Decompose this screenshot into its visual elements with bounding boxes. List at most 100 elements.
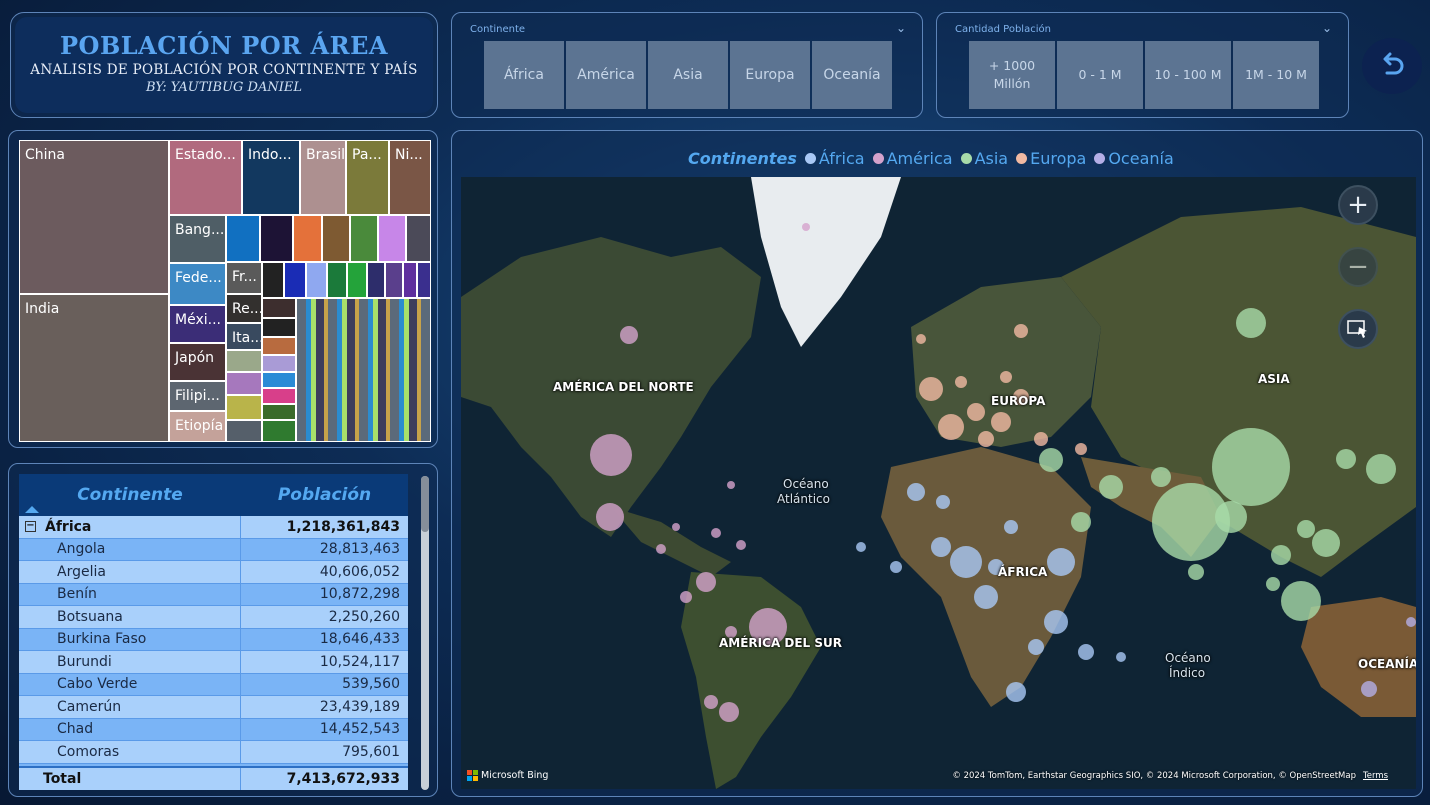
treemap-tile[interactable]: [262, 372, 296, 388]
treemap-tile[interactable]: [403, 262, 417, 298]
treemap-tile-mexico[interactable]: Méxi...: [169, 305, 226, 343]
scrollbar-thumb[interactable]: [421, 476, 429, 532]
treemap-tile[interactable]: [367, 262, 385, 298]
treemap-tile-francia[interactable]: Fr...: [226, 262, 262, 294]
treemap-tile[interactable]: [322, 215, 350, 262]
row-population: 10,524,117: [319, 653, 400, 670]
table-scrollbar[interactable]: [421, 476, 429, 790]
total-label: Total: [19, 768, 241, 790]
treemap-tile[interactable]: [262, 318, 296, 337]
treemap-tile-etiopia[interactable]: Etiopía: [169, 411, 226, 442]
world-map[interactable]: AMÉRICA DEL NORTE AMÉRICA DEL SUR EUROPA…: [461, 177, 1416, 789]
table-row[interactable]: Argelia 40,606,052: [19, 561, 408, 584]
legend-item-america[interactable]: América: [872, 149, 953, 168]
treemap-tile[interactable]: [293, 215, 322, 262]
microsoft-logo-icon: [467, 770, 478, 781]
treemap-tile[interactable]: [378, 215, 406, 262]
treemap-tile[interactable]: [262, 298, 296, 318]
slicer-option-africa[interactable]: África: [484, 41, 564, 109]
region-label: OCEANÍA: [1358, 657, 1416, 671]
treemap-tile-bangladesh[interactable]: Bang...: [169, 215, 226, 263]
treemap-tile[interactable]: [262, 404, 296, 420]
treemap-tile[interactable]: [262, 337, 296, 355]
slicer-option-america[interactable]: América: [566, 41, 646, 109]
treemap-tile-indonesia[interactable]: Indo...: [242, 140, 300, 215]
table-row[interactable]: Botsuana 2,250,260: [19, 606, 408, 629]
zoom-in-button[interactable]: +: [1338, 185, 1378, 225]
treemap-tile[interactable]: [350, 215, 378, 262]
column-header-continent[interactable]: Continente: [19, 485, 241, 505]
treemap-tile-nigeria[interactable]: Ni...: [389, 140, 431, 215]
treemap-tile[interactable]: [262, 388, 296, 404]
treemap-tile[interactable]: [262, 420, 296, 442]
treemap-tile[interactable]: [226, 372, 262, 395]
bing-logo: Microsoft Bing: [467, 770, 548, 781]
table-row[interactable]: Comoras 795,601: [19, 741, 408, 764]
treemap-tile-reino-unido[interactable]: Re...: [226, 294, 262, 323]
table-row[interactable]: Camerún 23,439,189: [19, 696, 408, 719]
legend-item-asia[interactable]: Asia: [960, 149, 1008, 168]
legend-item-europa[interactable]: Europa: [1016, 149, 1086, 168]
treemap-tile[interactable]: [260, 215, 293, 262]
table-group-row[interactable]: − África 1,218,361,843: [19, 516, 408, 539]
slicer-option-10-100m[interactable]: 10 - 100 M: [1145, 41, 1231, 109]
slicer-option-asia[interactable]: Asia: [648, 41, 728, 109]
ocean-label: Océano: [783, 477, 829, 491]
table-row[interactable]: Burkina Faso 18,646,433: [19, 628, 408, 651]
treemap-tile-brasil[interactable]: Brasil: [300, 140, 346, 215]
chevron-down-icon[interactable]: ⌄: [1322, 21, 1332, 35]
legend-title: Continentes: [688, 149, 797, 168]
slicer-option-europa[interactable]: Europa: [730, 41, 810, 109]
treemap-tile-pakistan[interactable]: Pa...: [346, 140, 389, 215]
treemap-tile-italia[interactable]: Ita...: [226, 323, 262, 350]
treemap-tile[interactable]: [226, 395, 262, 420]
treemap-tile[interactable]: [406, 215, 431, 262]
table-row[interactable]: Benín 10,872,298: [19, 583, 408, 606]
region-label: ÁFRICA: [998, 565, 1048, 579]
treemap-tile-rusia[interactable]: Fede...: [169, 263, 226, 305]
group-name: África: [45, 518, 92, 535]
treemap-tile[interactable]: [226, 420, 262, 442]
treemap-tile-japon[interactable]: Japón: [169, 343, 226, 381]
select-area-button[interactable]: [1338, 309, 1378, 349]
back-button[interactable]: [1362, 38, 1422, 94]
treemap-tile[interactable]: [306, 262, 327, 298]
row-country: Camerún: [19, 696, 241, 718]
treemap-tile[interactable]: [385, 262, 403, 298]
collapse-icon[interactable]: −: [25, 521, 36, 533]
legend-item-oceania[interactable]: Oceanía: [1094, 149, 1174, 168]
row-population: 28,813,463: [319, 541, 400, 558]
treemap-tile-filipinas[interactable]: Filipi...: [169, 381, 226, 411]
table-row[interactable]: Angola 28,813,463: [19, 538, 408, 561]
treemap-label: Fr...: [232, 269, 257, 285]
zoom-out-button[interactable]: −: [1338, 247, 1378, 287]
population-slicer-label: Cantidad Población: [955, 24, 1051, 35]
treemap-tile[interactable]: [327, 262, 347, 298]
treemap-tile-usa[interactable]: Estado...: [169, 140, 242, 215]
table-row[interactable]: Cabo Verde 539,560: [19, 673, 408, 696]
treemap-tile[interactable]: [262, 262, 284, 298]
treemap-tile-india[interactable]: India: [19, 294, 169, 442]
treemap-tile-china[interactable]: China: [19, 140, 169, 294]
slicer-option-oceania[interactable]: Oceanía: [812, 41, 892, 109]
column-header-population[interactable]: Población: [241, 485, 408, 505]
treemap-small-tiles[interactable]: [296, 298, 431, 442]
undo-arrow-icon: [1383, 52, 1404, 75]
sort-ascending-icon[interactable]: [25, 506, 39, 513]
slicer-option-1000m[interactable]: + 1000 Millón: [969, 41, 1055, 109]
treemap-tile[interactable]: [417, 262, 431, 298]
legend-item-africa[interactable]: África: [804, 149, 865, 168]
chevron-down-icon[interactable]: ⌄: [896, 21, 906, 35]
slicer-option-1m-10m[interactable]: 1M - 10 M: [1233, 41, 1319, 109]
treemap-tile[interactable]: [347, 262, 367, 298]
treemap-tile[interactable]: [226, 215, 260, 262]
treemap-tile[interactable]: [226, 350, 262, 372]
table-row[interactable]: Chad 14,452,543: [19, 718, 408, 741]
table-row[interactable]: Burundi 10,524,117: [19, 651, 408, 674]
row-population: 2,250,260: [328, 608, 400, 625]
treemap-label: Re...: [232, 301, 262, 317]
terms-link[interactable]: Terms: [1363, 771, 1388, 781]
slicer-option-0-1m[interactable]: 0 - 1 M: [1057, 41, 1143, 109]
treemap-tile[interactable]: [284, 262, 306, 298]
treemap-tile[interactable]: [262, 355, 296, 372]
